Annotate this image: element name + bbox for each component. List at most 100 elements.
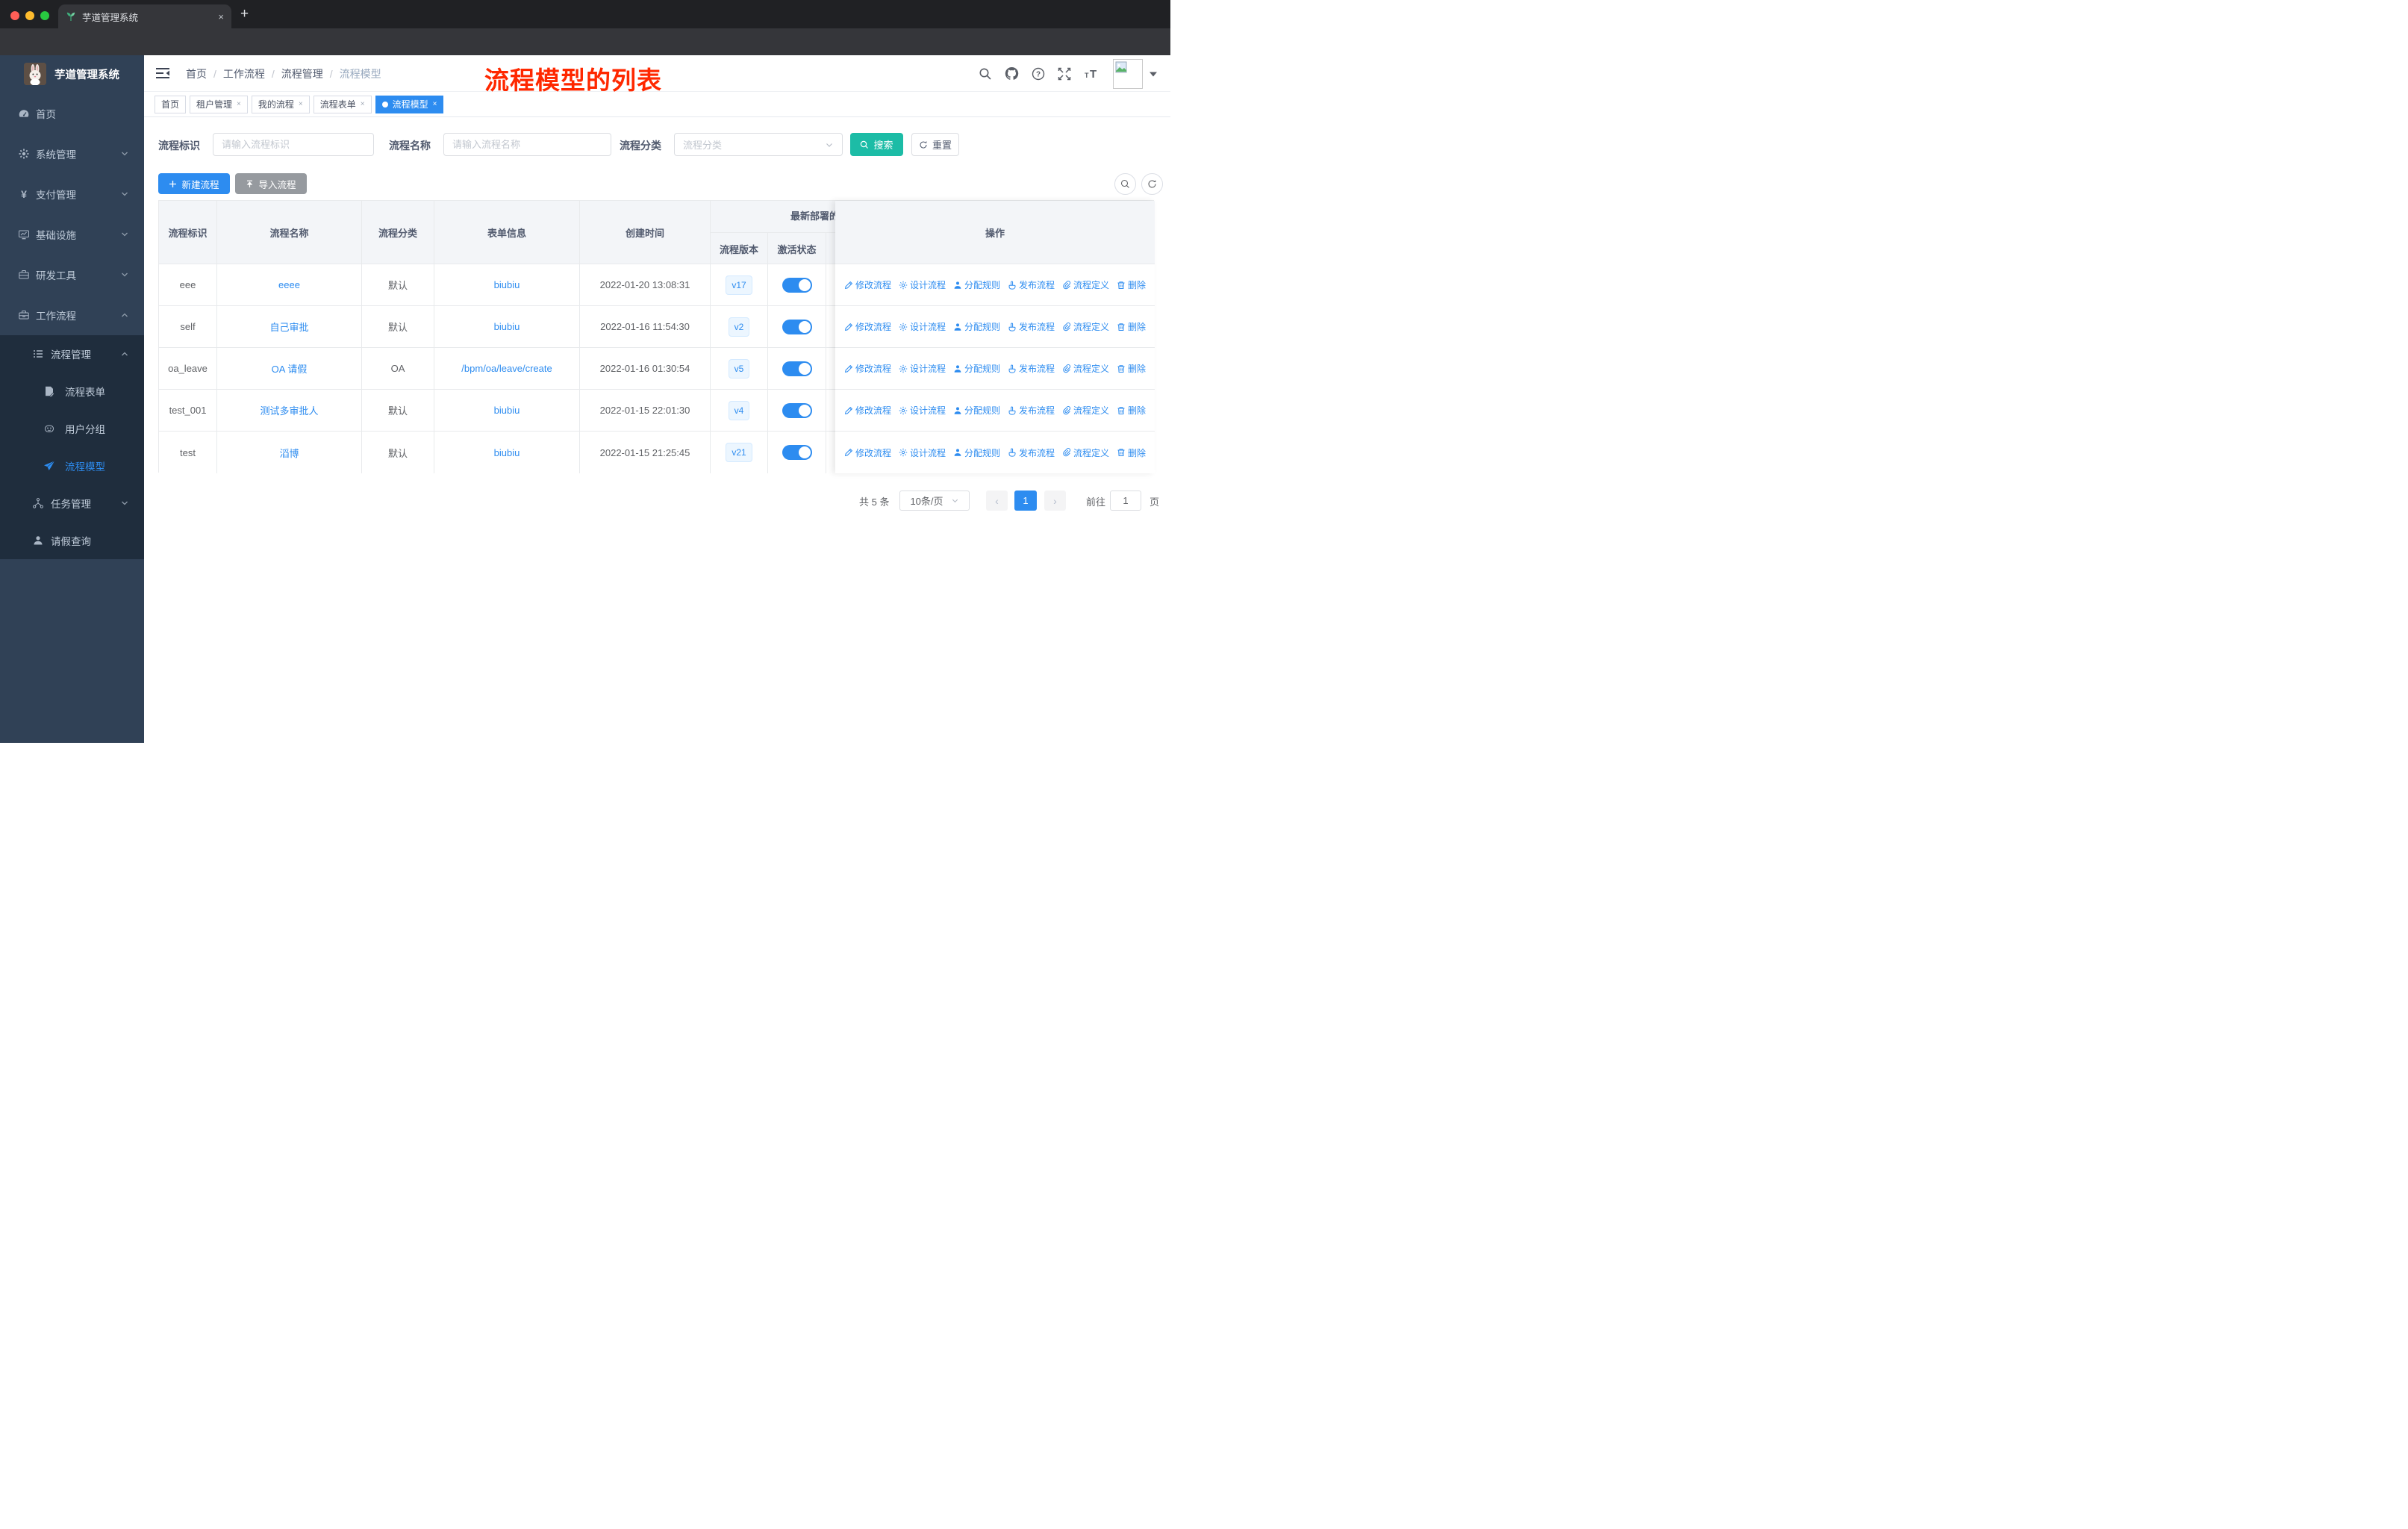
action-发布流程[interactable]: 发布流程 xyxy=(1008,362,1055,375)
font-size-icon[interactable]: TT xyxy=(1084,67,1100,81)
window-controls[interactable] xyxy=(10,11,49,20)
tag-流程表单[interactable]: 流程表单 × xyxy=(313,95,372,113)
tag-流程模型[interactable]: 流程模型 × xyxy=(375,95,444,113)
reset-button[interactable]: 重置 xyxy=(911,133,959,156)
user-avatar[interactable] xyxy=(1113,58,1143,89)
sidebar-item-基础设施[interactable]: 基础设施 xyxy=(0,214,144,255)
import-process-button[interactable]: 导入流程 xyxy=(235,173,307,194)
sidebar-collapse-icon[interactable] xyxy=(156,66,171,80)
tag-我的流程[interactable]: 我的流程 × xyxy=(251,95,310,113)
next-page-button[interactable]: › xyxy=(1044,491,1066,511)
breadcrumb-item[interactable]: 流程管理 xyxy=(281,66,323,81)
page-size-select[interactable]: 10条/页 xyxy=(899,491,970,511)
action-流程定义[interactable]: 流程定义 xyxy=(1062,320,1109,333)
filter-category-select[interactable]: 流程分类 xyxy=(674,133,843,156)
sidebar-logo[interactable]: 芋道管理系统 xyxy=(0,55,144,93)
form-info-link[interactable]: biubiu xyxy=(494,405,520,416)
action-设计流程[interactable]: 设计流程 xyxy=(899,320,946,333)
tag-租户管理[interactable]: 租户管理 × xyxy=(190,95,248,113)
action-流程定义[interactable]: 流程定义 xyxy=(1062,446,1109,459)
process-name-link[interactable]: 自己审批 xyxy=(269,320,308,334)
status-toggle[interactable] xyxy=(782,277,812,293)
process-name-link[interactable]: OA 请假 xyxy=(272,361,308,376)
action-设计流程[interactable]: 设计流程 xyxy=(899,362,946,375)
tag-首页[interactable]: 首页 xyxy=(155,95,187,113)
action-删除[interactable]: 删除 xyxy=(1117,362,1146,375)
sidebar-item-请假查询[interactable]: 请假查询 xyxy=(0,522,144,559)
action-分配规则[interactable]: 分配规则 xyxy=(953,404,1000,417)
tag-close-icon[interactable]: × xyxy=(433,100,437,108)
search-button[interactable]: 搜索 xyxy=(850,133,903,156)
toggle-search-button[interactable] xyxy=(1114,173,1136,195)
tag-close-icon[interactable]: × xyxy=(237,100,241,108)
goto-page-input[interactable] xyxy=(1110,491,1141,511)
sidebar-item-流程模型[interactable]: 流程模型 xyxy=(0,447,144,485)
action-删除[interactable]: 删除 xyxy=(1117,404,1146,417)
action-设计流程[interactable]: 设计流程 xyxy=(899,278,946,291)
action-发布流程[interactable]: 发布流程 xyxy=(1008,446,1055,459)
action-发布流程[interactable]: 发布流程 xyxy=(1008,320,1055,333)
action-修改流程[interactable]: 修改流程 xyxy=(844,320,891,333)
breadcrumb-item[interactable]: 工作流程 xyxy=(223,66,265,81)
action-发布流程[interactable]: 发布流程 xyxy=(1008,278,1055,291)
action-修改流程[interactable]: 修改流程 xyxy=(844,446,891,459)
refresh-list-button[interactable] xyxy=(1141,173,1163,195)
sidebar-item-支付管理[interactable]: ¥ 支付管理 xyxy=(0,174,144,214)
form-info-link[interactable]: biubiu xyxy=(494,321,520,332)
action-删除[interactable]: 删除 xyxy=(1117,446,1146,459)
action-分配规则[interactable]: 分配规则 xyxy=(953,362,1000,375)
tag-close-icon[interactable]: × xyxy=(361,100,365,108)
action-分配规则[interactable]: 分配规则 xyxy=(953,446,1000,459)
form-info-link[interactable]: biubiu xyxy=(494,279,520,290)
action-分配规则[interactable]: 分配规则 xyxy=(953,278,1000,291)
action-修改流程[interactable]: 修改流程 xyxy=(844,278,891,291)
status-toggle[interactable] xyxy=(782,445,812,460)
form-info-link[interactable]: /bpm/oa/leave/create xyxy=(461,363,552,374)
action-分配规则[interactable]: 分配规则 xyxy=(953,320,1000,333)
sidebar-item-流程管理[interactable]: 流程管理 xyxy=(0,335,144,373)
process-name-link[interactable]: 滔博 xyxy=(279,446,299,460)
filter-id-input[interactable] xyxy=(213,133,374,156)
action-流程定义[interactable]: 流程定义 xyxy=(1062,404,1109,417)
tab-close-icon[interactable]: × xyxy=(218,11,224,22)
close-window-button[interactable] xyxy=(10,11,19,20)
breadcrumb-item[interactable]: 首页 xyxy=(186,66,207,81)
zoom-window-button[interactable] xyxy=(40,11,49,20)
sidebar-item-任务管理[interactable]: 任务管理 xyxy=(0,485,144,522)
search-icon[interactable] xyxy=(979,67,992,81)
sidebar-item-工作流程[interactable]: 工作流程 xyxy=(0,295,144,335)
help-icon[interactable]: ? xyxy=(1032,67,1045,81)
status-toggle[interactable] xyxy=(782,319,812,334)
action-流程定义[interactable]: 流程定义 xyxy=(1062,278,1109,291)
status-toggle[interactable] xyxy=(782,361,812,376)
action-删除[interactable]: 删除 xyxy=(1117,278,1146,291)
current-page-button[interactable]: 1 xyxy=(1014,491,1037,511)
action-设计流程[interactable]: 设计流程 xyxy=(899,446,946,459)
sidebar-item-系统管理[interactable]: 系统管理 xyxy=(0,134,144,174)
process-name-link[interactable]: 测试多审批人 xyxy=(260,403,318,417)
avatar-caret-icon[interactable] xyxy=(1150,71,1157,77)
action-流程定义[interactable]: 流程定义 xyxy=(1062,362,1109,375)
action-设计流程[interactable]: 设计流程 xyxy=(899,404,946,417)
browser-tab[interactable]: 芋道管理系统 × xyxy=(58,4,231,28)
action-删除[interactable]: 删除 xyxy=(1117,320,1146,333)
new-tab-button[interactable]: + xyxy=(240,6,249,22)
sidebar-item-流程表单[interactable]: 流程表单 xyxy=(0,373,144,410)
status-toggle[interactable] xyxy=(782,402,812,418)
action-修改流程[interactable]: 修改流程 xyxy=(844,404,891,417)
create-process-button[interactable]: 新建流程 xyxy=(158,173,230,194)
sidebar-item-首页[interactable]: 首页 xyxy=(0,93,144,134)
action-发布流程[interactable]: 发布流程 xyxy=(1008,404,1055,417)
minimize-window-button[interactable] xyxy=(25,11,34,20)
filter-name-input[interactable] xyxy=(443,133,611,156)
sidebar-item-研发工具[interactable]: 研发工具 xyxy=(0,255,144,295)
form-info-link[interactable]: biubiu xyxy=(494,447,520,458)
sidebar-item-用户分组[interactable]: 用户分组 xyxy=(0,410,144,447)
process-name-link[interactable]: eeee xyxy=(278,279,300,290)
github-icon[interactable] xyxy=(1005,66,1019,81)
action-修改流程[interactable]: 修改流程 xyxy=(844,362,891,375)
fullscreen-icon[interactable] xyxy=(1058,67,1071,81)
prev-page-button[interactable]: ‹ xyxy=(986,491,1008,511)
publish-icon xyxy=(1008,281,1017,290)
tag-close-icon[interactable]: × xyxy=(299,100,303,108)
